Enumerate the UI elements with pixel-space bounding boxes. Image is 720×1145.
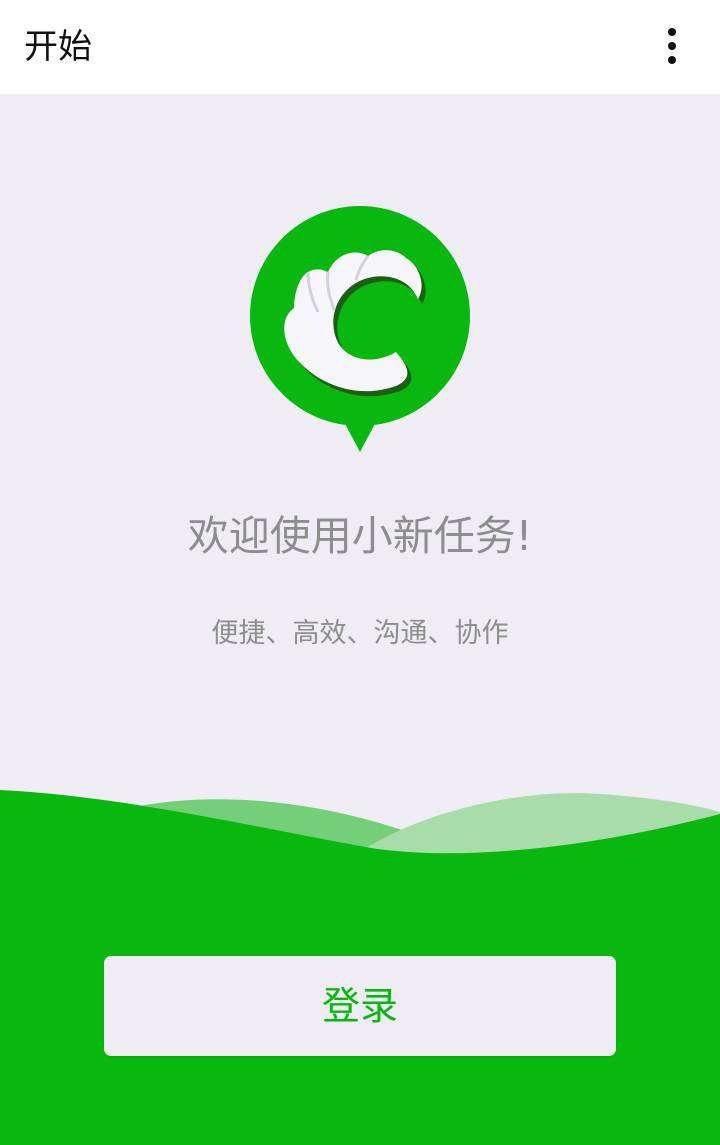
- more-vertical-icon[interactable]: [648, 22, 696, 70]
- login-button[interactable]: 登录: [104, 956, 616, 1056]
- app-bar: 开始: [0, 0, 720, 94]
- tagline: 便捷、高效、沟通、协作: [211, 618, 509, 649]
- welcome-screen: 欢迎使用小新任务! 便捷、高效、沟通、协作 登录: [0, 94, 720, 1145]
- app-logo: [250, 206, 470, 452]
- app-title: 开始: [24, 27, 92, 67]
- welcome-heading: 欢迎使用小新任务!: [187, 512, 533, 560]
